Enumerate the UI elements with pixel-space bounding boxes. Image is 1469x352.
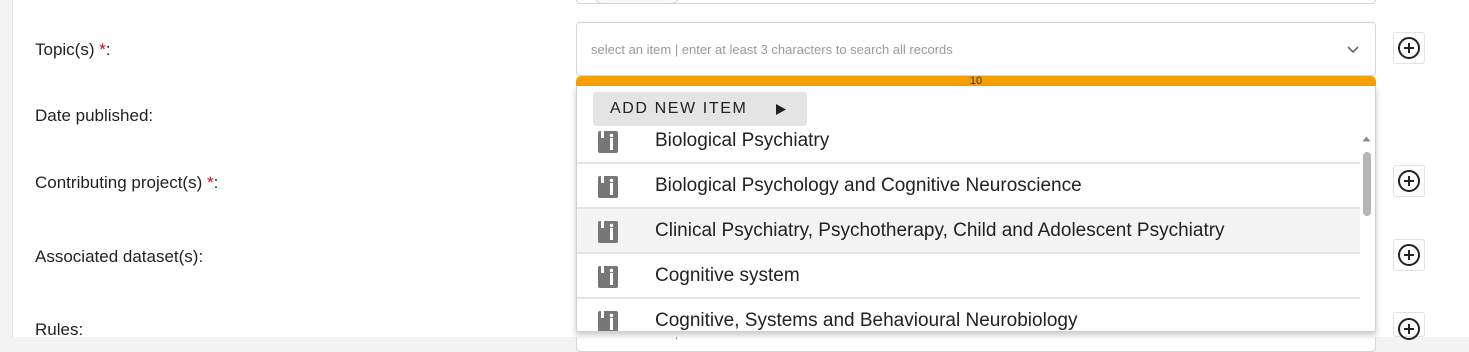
list-item-label: Biological Psychology and Cognitive Neur…: [655, 174, 1082, 196]
date-published-label: Date published:: [35, 106, 154, 125]
list-item-label: Cognitive system: [655, 264, 800, 286]
add-rule-button[interactable]: [1393, 312, 1425, 340]
topics-dropdown: Biological Psychiatry Biological Psychol…: [576, 86, 1376, 332]
topics-label: Topic(s) *:: [35, 40, 111, 60]
add-topic-button[interactable]: [1393, 32, 1425, 64]
rules-label: Rules:: [35, 320, 84, 339]
topics-select-placeholder: select an item | enter at least 3 charac…: [591, 42, 953, 57]
scroll-up-icon[interactable]: [1362, 136, 1371, 142]
list-item-label: Cognitive, Systems and Behavioural Neuro…: [655, 309, 1078, 331]
play-arrow-icon: [776, 104, 786, 115]
label-colon: :: [105, 40, 111, 59]
plus-circle-icon: [1398, 318, 1420, 340]
book-info-icon: [598, 266, 618, 288]
add-project-button[interactable]: [1393, 165, 1425, 197]
add-new-item-label: ADD NEW ITEM: [610, 100, 748, 117]
topics-select[interactable]: select an item | enter at least 3 charac…: [576, 22, 1376, 76]
plus-circle-icon: [1398, 170, 1420, 192]
add-dataset-button[interactable]: [1393, 239, 1425, 271]
list-item[interactable]: Clinical Psychiatry, Psychotherapy, Chil…: [577, 209, 1362, 254]
list-item[interactable]: Biological Psychology and Cognitive Neur…: [577, 164, 1362, 209]
plus-circle-icon: [1398, 244, 1420, 266]
chevron-down-icon[interactable]: [1345, 41, 1361, 57]
list-item-label: Biological Psychiatry: [655, 129, 830, 151]
list-item[interactable]: Cognitive system: [577, 254, 1362, 299]
plus-circle-icon: [1398, 37, 1420, 59]
label-colon: :: [213, 173, 219, 192]
book-info-icon: [598, 311, 618, 331]
contributing-projects-label: Contributing project(s) *:: [35, 173, 218, 193]
book-info-icon: [598, 131, 618, 153]
contributing-projects-label-text: Contributing project(s): [35, 173, 203, 192]
list-item[interactable]: Cognitive, Systems and Behavioural Neuro…: [577, 299, 1362, 331]
topics-option-list: Biological Psychiatry Biological Psychol…: [577, 119, 1362, 331]
book-info-icon: [598, 176, 618, 198]
required-marker: *: [206, 173, 214, 192]
previous-field-chip[interactable]: [594, 0, 680, 4]
scrollbar-thumb[interactable]: [1363, 152, 1371, 216]
add-new-item-button[interactable]: ADD NEW ITEM: [593, 92, 807, 126]
previous-field-input[interactable]: [576, 0, 1376, 4]
topics-label-text: Topic(s): [35, 40, 95, 59]
results-loader-bar: 10: [576, 75, 1376, 87]
associated-datasets-label: Associated dataset(s):: [35, 247, 204, 266]
list-item-label: Clinical Psychiatry, Psychotherapy, Chil…: [655, 219, 1225, 241]
book-info-icon: [598, 221, 618, 243]
required-marker: *: [99, 40, 106, 59]
